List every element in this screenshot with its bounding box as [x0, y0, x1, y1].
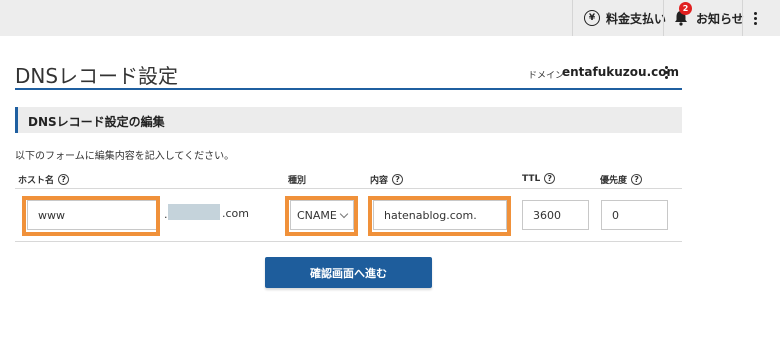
intro-text: 以下のフォームに編集内容を記入してください。: [15, 151, 235, 162]
table-divider: [15, 241, 682, 242]
header-host: ホスト名 ?: [18, 173, 70, 186]
title-underline: [15, 88, 682, 90]
header-host-label: ホスト名: [18, 176, 55, 186]
help-icon[interactable]: ?: [392, 174, 404, 185]
section-title: DNSレコード設定の編集: [28, 115, 165, 129]
highlight-box: [285, 196, 358, 236]
header-priority: 優先度 ?: [600, 173, 643, 186]
domain-menu-kebab-icon[interactable]: [665, 66, 668, 79]
masked-domain: [168, 204, 220, 220]
header-ttl: TTL ?: [522, 173, 556, 184]
section-header: DNSレコード設定の編集: [15, 107, 682, 133]
more-menu-button[interactable]: [754, 0, 757, 36]
highlight-box: [368, 196, 511, 236]
top-bar: ¥ 料金支払い 2 お知らせ: [0, 0, 780, 36]
header-type: 種別: [288, 173, 306, 186]
payment-label: 料金支払い: [606, 11, 667, 26]
page-title: DNSレコード設定: [15, 64, 179, 88]
kebab-icon: [754, 11, 757, 25]
host-suffix: .com: [222, 207, 249, 220]
ttl-input[interactable]: 3600: [522, 200, 589, 230]
notification-badge: 2: [679, 2, 692, 15]
divider: [572, 0, 573, 36]
payment-button[interactable]: ¥ 料金支払い: [584, 0, 666, 36]
host-dot: .: [164, 208, 168, 221]
bell-icon: 2: [674, 2, 692, 26]
yen-icon: ¥: [584, 10, 600, 26]
confirm-button[interactable]: 確認画面へ進む: [265, 257, 432, 288]
highlight-box: [22, 196, 160, 236]
header-type-label: 種別: [288, 176, 307, 186]
help-icon[interactable]: ?: [631, 174, 643, 185]
header-content: 内容 ?: [370, 173, 404, 186]
priority-input[interactable]: 0: [601, 200, 668, 230]
divider: [742, 0, 743, 36]
domain-label: ドメイン: [528, 71, 565, 81]
divider: [663, 0, 664, 36]
domain-value: entafukuzou.com: [562, 65, 679, 79]
header-priority-label: 優先度: [600, 176, 628, 186]
notice-button[interactable]: 2 お知らせ: [674, 0, 744, 36]
help-icon[interactable]: ?: [58, 174, 70, 185]
notice-label: お知らせ: [696, 11, 744, 26]
header-ttl-label: TTL: [522, 173, 541, 184]
table-divider: [15, 188, 682, 189]
header-content-label: 内容: [370, 176, 389, 186]
help-icon[interactable]: ?: [544, 173, 556, 184]
